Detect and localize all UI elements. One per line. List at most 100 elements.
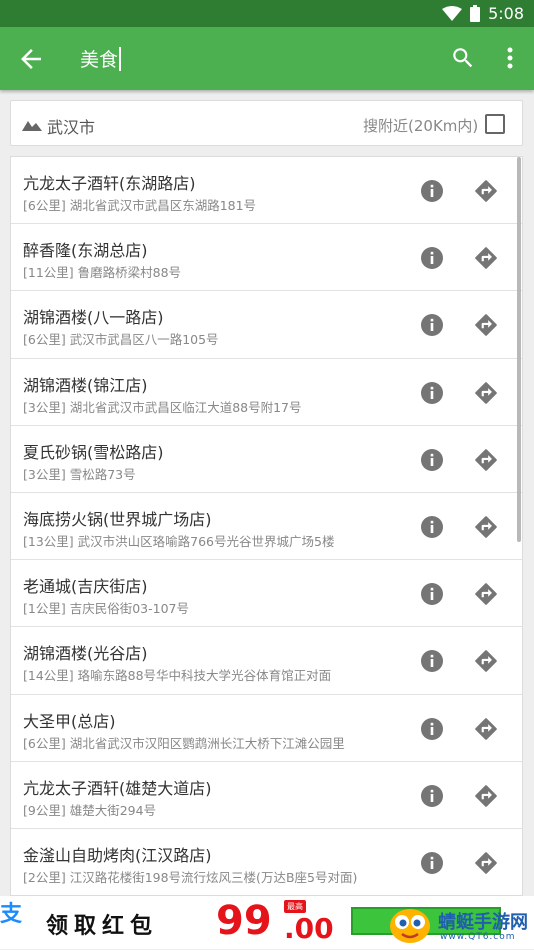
wifi-icon (442, 5, 463, 22)
place-address: [14公里] 珞喻东路88号华中科技大学光谷体育馆正对面 (23, 665, 331, 684)
place-name: 亢龙太子酒轩(雄楚大道店) (23, 778, 212, 798)
place-name: 湖锦酒楼(光谷店) (23, 644, 148, 664)
list-item[interactable]: 湖锦酒楼(八一路店) [6公里] 武汉市武昌区八一路105号 (11, 291, 522, 359)
list-item[interactable]: 湖锦酒楼(锦江店) [3公里] 湖北省武汉市武昌区临江大道88号附17号 (11, 359, 522, 426)
directions-icon[interactable] (473, 514, 499, 540)
search-query-input[interactable]: 美食 (80, 45, 121, 72)
info-icon[interactable] (420, 381, 444, 405)
directions-icon[interactable] (473, 716, 499, 742)
list-item[interactable]: 金滏山自助烤肉(江汉路店) [2公里] 江汉路花楼街198号流行炫风三楼(万达B座… (11, 829, 522, 895)
more-vert-icon[interactable] (500, 45, 520, 71)
place-address-text: 吉庆民俗街03-107号 (69, 601, 189, 617)
battery-icon (470, 5, 481, 22)
nearby-label: 搜附近(20Km内) (363, 117, 479, 135)
directions-icon[interactable] (473, 245, 499, 271)
mountain-icon (22, 116, 42, 135)
filter-card: 武汉市 搜附近(20Km内) (10, 100, 523, 146)
status-bar: 5:08 (0, 0, 534, 27)
directions-icon[interactable] (473, 178, 499, 204)
place-address: [9公里] 雄楚大街294号 (23, 800, 156, 819)
place-name: 海底捞火锅(世界城广场店) (23, 509, 212, 529)
directions-icon[interactable] (473, 447, 499, 473)
place-address-text: 武汉市武昌区八一路105号 (69, 332, 219, 348)
place-address-text: 珞喻东路88号华中科技大学光谷体育馆正对面 (77, 668, 332, 684)
directions-icon[interactable] (473, 648, 499, 674)
list-item[interactable]: 老通城(吉庆街店) [1公里] 吉庆民俗街03-107号 (11, 560, 522, 628)
place-address-text: 武汉市洪山区珞喻路766号光谷世界城广场5楼 (77, 533, 335, 549)
place-address: [2公里] 江汉路花楼街198号流行炫风三楼(万达B座5号对面) (23, 867, 357, 886)
ad-banner[interactable]: 支 领取红包 99 最高 .00 蜻蜓手游网 www.QT6.com (0, 896, 534, 949)
results-list: 亢龙太子酒轩(东湖路店) [6公里] 湖北省武汉市武昌区东湖路181号 醉香隆(东湖… (10, 156, 523, 896)
list-item[interactable]: 夏氏砂锅(雪松路店) [3公里] 雪松路73号 (11, 426, 522, 493)
place-name: 大圣甲(总店) (23, 711, 116, 731)
list-item[interactable]: 海底捞火锅(世界城广场店) [13公里] 武汉市洪山区珞喻路766号光谷世界城广场… (11, 493, 522, 561)
ad-price: 99 (216, 898, 272, 944)
place-address-text: 雪松路73号 (69, 466, 136, 482)
info-icon[interactable] (420, 246, 444, 270)
place-distance: [11公里] (23, 265, 74, 281)
place-address-text: 湖北省武汉市武昌区东湖路181号 (69, 198, 257, 213)
place-name: 亢龙太子酒轩(东湖路店) (23, 174, 196, 193)
place-distance: [6公里] (23, 735, 66, 751)
place-address: [3公里] 湖北省武汉市武昌区临江大道88号附17号 (23, 397, 302, 416)
place-name: 湖锦酒楼(锦江店) (23, 375, 148, 395)
place-distance: [3公里] (23, 466, 66, 482)
place-name: 醉香隆(东湖总店) (23, 241, 148, 261)
info-icon[interactable] (420, 717, 444, 741)
search-icon[interactable] (450, 45, 476, 71)
place-address-text: 鲁磨路桥梁村88号 (77, 265, 182, 281)
list-item[interactable]: 湖锦酒楼(光谷店) [14公里] 珞喻东路88号华中科技大学光谷体育馆正对面 (11, 627, 522, 695)
place-address: [6公里] 湖北省武汉市汉阳区鹦鹉洲长江大桥下江滩公园里 (23, 733, 345, 752)
ad-site-name: 蜻蜓手游网 (438, 912, 528, 933)
place-distance: [13公里] (23, 533, 74, 549)
directions-icon[interactable] (473, 380, 499, 406)
place-address: [6公里] 湖北省武汉市武昌区东湖路181号 (23, 195, 256, 214)
place-name: 夏氏砂锅(雪松路店) (23, 442, 164, 462)
place-distance: [6公里] (23, 332, 66, 348)
directions-icon[interactable] (473, 850, 499, 876)
city-selector[interactable]: 武汉市 (47, 114, 95, 138)
place-name: 湖锦酒楼(八一路店) (23, 308, 164, 328)
directions-icon[interactable] (473, 312, 499, 338)
directions-icon[interactable] (473, 783, 499, 809)
place-name: 老通城(吉庆街店) (23, 577, 148, 597)
place-address-text: 湖北省武汉市汉阳区鹦鹉洲长江大桥下江滩公园里 (69, 735, 345, 751)
info-icon[interactable] (420, 649, 444, 673)
ad-site-url: www.QT6.com (440, 932, 516, 942)
place-name: 金滏山自助烤肉(江汉路店) (23, 845, 212, 865)
app-bar: 美食 (0, 27, 534, 90)
list-item[interactable]: 亢龙太子酒轩(东湖路店) [6公里] 湖北省武汉市武昌区东湖路181号 (11, 157, 522, 225)
place-address: [3公里] 雪松路73号 (23, 464, 136, 483)
list-item[interactable]: 大圣甲(总店) [6公里] 湖北省武汉市汉阳区鹦鹉洲长江大桥下江滩公园里 (11, 695, 522, 762)
info-icon[interactable] (420, 313, 444, 337)
place-distance: [3公里] (23, 399, 66, 415)
list-item[interactable]: 亢龙太子酒轩(雄楚大道店) [9公里] 雄楚大街294号 (11, 762, 522, 829)
place-address-text: 雄楚大街294号 (69, 802, 157, 818)
nearby-checkbox[interactable] (485, 114, 505, 134)
info-icon[interactable] (420, 179, 444, 203)
info-icon[interactable] (420, 515, 444, 539)
place-address: [13公里] 武汉市洪山区珞喻路766号光谷世界城广场5楼 (23, 531, 334, 550)
place-address: [1公里] 吉庆民俗街03-107号 (23, 598, 189, 617)
info-icon[interactable] (420, 582, 444, 606)
place-address-text: 江汉路花楼街198号流行炫风三楼(万达B座5号对面) (69, 869, 358, 885)
place-distance: [9公里] (23, 802, 66, 818)
back-arrow-icon[interactable] (16, 44, 46, 74)
list-item[interactable]: 醉香隆(东湖总店) [11公里] 鲁磨路桥梁村88号 (11, 224, 522, 292)
ad-price-decimal: .00 (284, 912, 334, 945)
place-address-text: 湖北省武汉市武昌区临江大道88号附17号 (69, 399, 302, 415)
place-distance: [1公里] (23, 601, 66, 617)
directions-icon[interactable] (473, 581, 499, 607)
status-time: 5:08 (488, 4, 524, 23)
dragonfly-logo-icon (386, 902, 434, 946)
place-address: [11公里] 鲁磨路桥梁村88号 (23, 262, 181, 281)
place-address: [6公里] 武汉市武昌区八一路105号 (23, 329, 219, 348)
info-icon[interactable] (420, 448, 444, 472)
place-distance: [6公里] (23, 198, 66, 213)
info-icon[interactable] (420, 851, 444, 875)
search-query-text: 美食 (80, 49, 119, 71)
place-distance: [14公里] (23, 668, 74, 684)
ad-title: 领取红包 (46, 914, 159, 939)
scrollbar[interactable] (517, 157, 521, 542)
info-icon[interactable] (420, 784, 444, 808)
